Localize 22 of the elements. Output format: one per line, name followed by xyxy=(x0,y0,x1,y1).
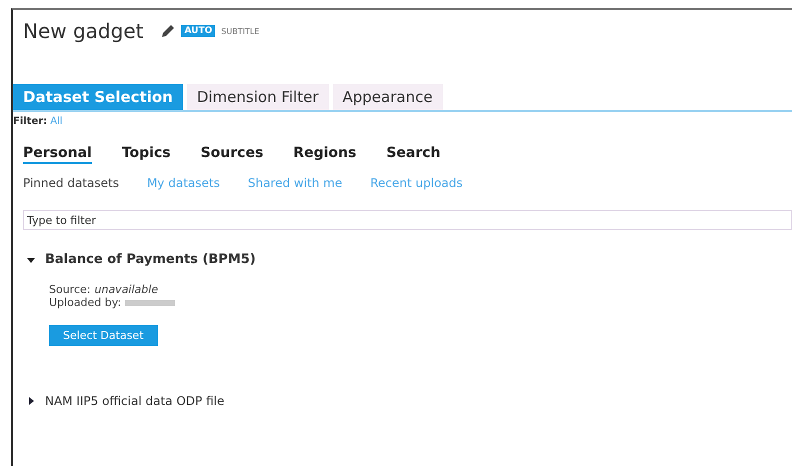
dataset-title[interactable]: NAM IIP5 official data ODP file xyxy=(45,394,224,408)
source-value: unavailable xyxy=(94,283,158,296)
category-tab[interactable]: Sources xyxy=(200,145,264,164)
source-label: Source: xyxy=(49,283,90,296)
dataset-list-link[interactable]: Pinned datasets xyxy=(23,176,119,190)
uploaded-by-label: Uploaded by: xyxy=(49,296,122,309)
tab[interactable]: Appearance xyxy=(332,84,443,110)
filter-label: Filter: xyxy=(13,116,48,127)
expand-caret-icon[interactable] xyxy=(27,397,35,405)
redacted-name xyxy=(125,300,176,306)
filter-field[interactable]: Type to filter xyxy=(23,210,792,230)
dataset-title[interactable]: Balance of Payments (BPM5) xyxy=(45,252,256,267)
subtitle-label[interactable]: SUBTITLE xyxy=(221,26,260,36)
category-tab[interactable]: Search xyxy=(386,145,441,164)
collapse-caret-icon[interactable] xyxy=(27,256,35,264)
category-tab[interactable]: Regions xyxy=(293,145,356,164)
tab[interactable]: Dimension Filter xyxy=(186,84,328,110)
gadget-title: New gadget xyxy=(23,19,144,43)
category-tab[interactable]: Topics xyxy=(122,145,171,164)
pencil-icon[interactable] xyxy=(161,24,176,38)
auto-badge: AUTO xyxy=(181,25,216,37)
category-tab[interactable]: Personal xyxy=(23,145,92,164)
